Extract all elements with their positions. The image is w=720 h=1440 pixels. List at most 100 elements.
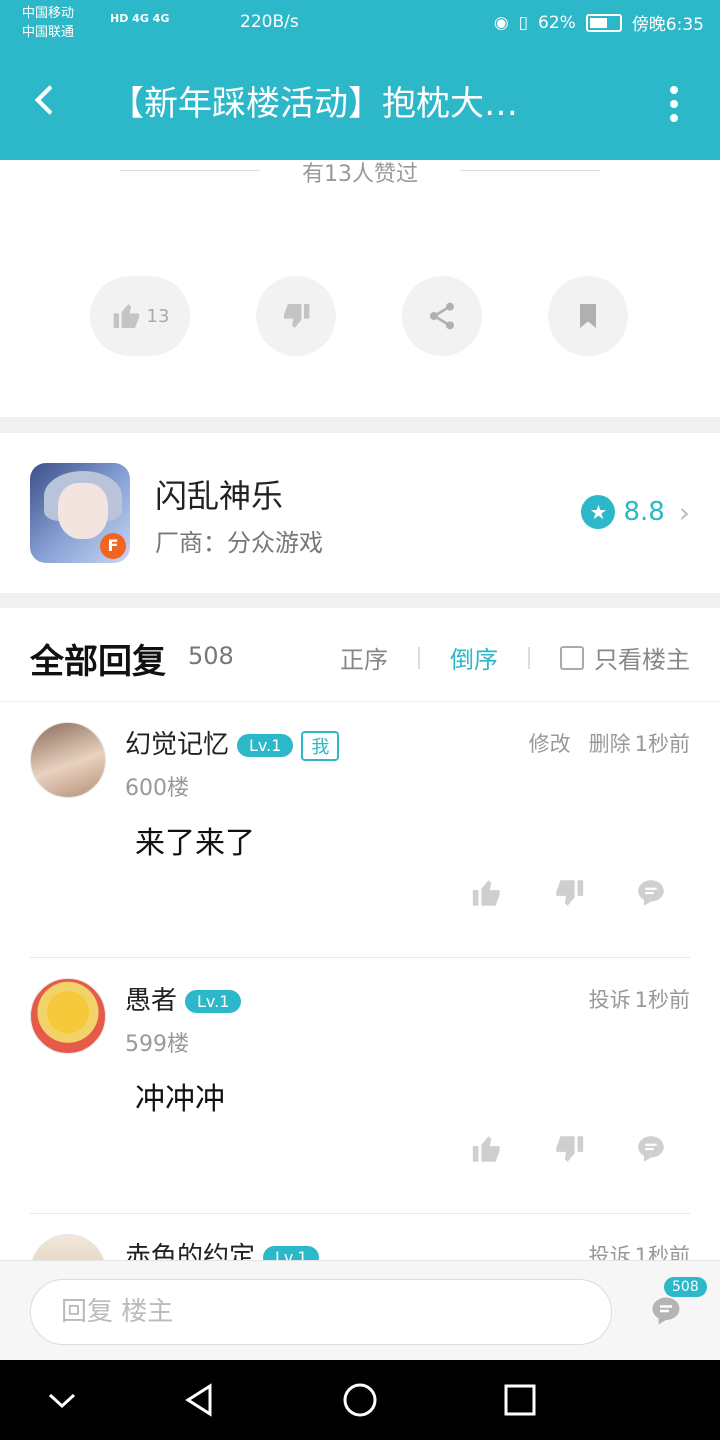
thumbs-down-icon [284, 304, 310, 328]
dislike-button[interactable] [256, 276, 336, 356]
network-indicator: HD 4G 4G [110, 12, 170, 25]
comment-bubble-icon[interactable] [634, 1132, 668, 1166]
floor-number: 600楼 [125, 776, 189, 801]
username-row: 幻觉记忆 Lv.1 我 [125, 724, 340, 761]
comment-actions [470, 876, 668, 910]
sort-controls: 正序 倒序 只看楼主 [340, 640, 690, 675]
dot-icon [670, 100, 678, 108]
report-link[interactable]: 投诉 [589, 984, 631, 1014]
publisher-badge-icon: F [100, 533, 126, 559]
battery-percent: 62% [538, 12, 576, 33]
carrier-info: 中国移动 中国联通 [22, 4, 74, 42]
reply-input[interactable]: 回复 楼主 [30, 1279, 612, 1345]
more-menu-button[interactable] [668, 86, 680, 122]
game-maker: 厂商：分众游戏 [155, 529, 323, 557]
comment-count-badge: 508 [664, 1277, 707, 1297]
like-count: 13 [146, 305, 170, 327]
star-icon: ★ [581, 495, 616, 529]
comment-body: 来了来了 [135, 826, 255, 861]
thumbs-up-icon[interactable] [470, 876, 504, 910]
comment-time: 1秒前 [634, 1244, 690, 1260]
username[interactable]: 赤色的约定 [125, 1242, 255, 1260]
avatar[interactable] [30, 978, 106, 1054]
username[interactable]: 幻觉记忆 [125, 730, 229, 760]
game-icon: F [30, 463, 130, 563]
network-speed: 220B/s [240, 12, 299, 32]
recents-square-icon[interactable] [500, 1380, 540, 1420]
reply-bar: 回复 楼主 508 [0, 1260, 720, 1360]
comment-item: 赤色的约定 Lv.1 投诉 1秒前 [0, 1214, 720, 1260]
back-triangle-icon[interactable] [180, 1380, 220, 1420]
chevron-right-icon: › [678, 495, 690, 529]
chevron-left-icon [34, 85, 53, 115]
avatar[interactable] [30, 1234, 106, 1260]
comments-icon[interactable] [648, 1293, 684, 1329]
avatar[interactable] [30, 722, 106, 798]
section-separator [0, 593, 720, 608]
eye-icon: ◉ [493, 12, 509, 33]
replies-count: 508 [188, 642, 234, 670]
comment-time: 1秒前 [634, 732, 690, 756]
thumbs-down-icon[interactable] [552, 1132, 586, 1166]
sort-divider [418, 646, 420, 669]
sort-asc-tab[interactable]: 正序 [340, 640, 388, 675]
only-op-checkbox[interactable] [560, 645, 584, 670]
username-row: 愚者 Lv.1 [125, 980, 242, 1017]
game-name: 闪乱神乐 [155, 477, 284, 515]
delete-link[interactable]: 删除 [589, 728, 631, 758]
comment-body: 冲冲冲 [135, 1082, 225, 1117]
level-badge: Lv.1 [185, 990, 242, 1013]
only-op-label[interactable]: 只看楼主 [594, 640, 690, 675]
sort-divider [528, 646, 530, 669]
status-bar: 中国移动 中国联通 HD 4G 4G 220B/s ◉ ▯ 62% 傍晚6:35 [0, 0, 720, 48]
share-button[interactable] [402, 276, 482, 356]
battery-icon [585, 13, 622, 32]
system-nav-bar [0, 1360, 720, 1440]
replies-title: 全部回复 [30, 642, 166, 682]
clock: 傍晚6:35 [631, 15, 704, 35]
thumbs-up-icon[interactable] [470, 1132, 504, 1166]
page-title: 【新年踩楼活动】抱枕大… [110, 84, 518, 124]
replies-header: 全部回复 508 正序 倒序 只看楼主 [0, 608, 720, 702]
status-right: ◉ ▯ 62% 傍晚6:35 [493, 10, 704, 36]
me-badge: 我 [301, 730, 340, 761]
level-badge: Lv.1 [237, 734, 294, 757]
chevron-down-icon[interactable] [42, 1380, 82, 1420]
back-button[interactable] [26, 80, 66, 128]
comment-bubble-icon[interactable] [634, 876, 668, 910]
dot-icon [670, 114, 678, 122]
carrier-1: 中国移动 [22, 6, 75, 21]
vibrate-icon: ▯ [518, 12, 529, 33]
post-actions: 13 [90, 276, 630, 358]
thumbs-down-icon[interactable] [552, 876, 586, 910]
section-separator [0, 417, 720, 433]
game-card[interactable]: F 闪乱神乐 厂商：分众游戏 ★ 8.8 › [0, 433, 720, 593]
app-bar: 【新年踩楼活动】抱枕大… [0, 48, 720, 160]
username-row: 赤色的约定 Lv.1 [125, 1236, 320, 1260]
icon-face-shape [58, 483, 108, 539]
divider-line [120, 170, 260, 171]
home-circle-icon[interactable] [340, 1380, 380, 1420]
edit-link[interactable]: 修改 [529, 728, 571, 758]
thumbs-up-icon [113, 304, 139, 328]
comment-meta: 投诉 1秒前 [589, 984, 690, 1014]
level-badge: Lv.1 [263, 1246, 320, 1260]
like-button[interactable]: 13 [90, 276, 190, 356]
liked-caption-row: 有13人赞过 [0, 150, 720, 190]
rating-value: 8.8 [623, 497, 665, 527]
bookmark-button[interactable] [548, 276, 628, 356]
liked-caption: 有13人赞过 [302, 162, 418, 187]
username[interactable]: 愚者 [125, 986, 177, 1016]
report-link[interactable]: 投诉 [589, 1240, 631, 1260]
divider-line [460, 170, 600, 171]
bookmark-icon [580, 304, 596, 328]
comment-meta: 修改 删除 1秒前 [529, 728, 690, 758]
comment-item: 愚者 Lv.1 599楼 投诉 1秒前 冲冲冲 [0, 958, 720, 1214]
comment-actions [470, 1132, 668, 1166]
share-icon [430, 302, 454, 330]
carrier-2: 中国联通 [22, 25, 75, 40]
game-rating[interactable]: ★ 8.8 › [581, 495, 690, 529]
dot-icon [670, 86, 678, 94]
sort-desc-tab[interactable]: 倒序 [450, 640, 498, 675]
comment-time: 1秒前 [634, 988, 690, 1012]
